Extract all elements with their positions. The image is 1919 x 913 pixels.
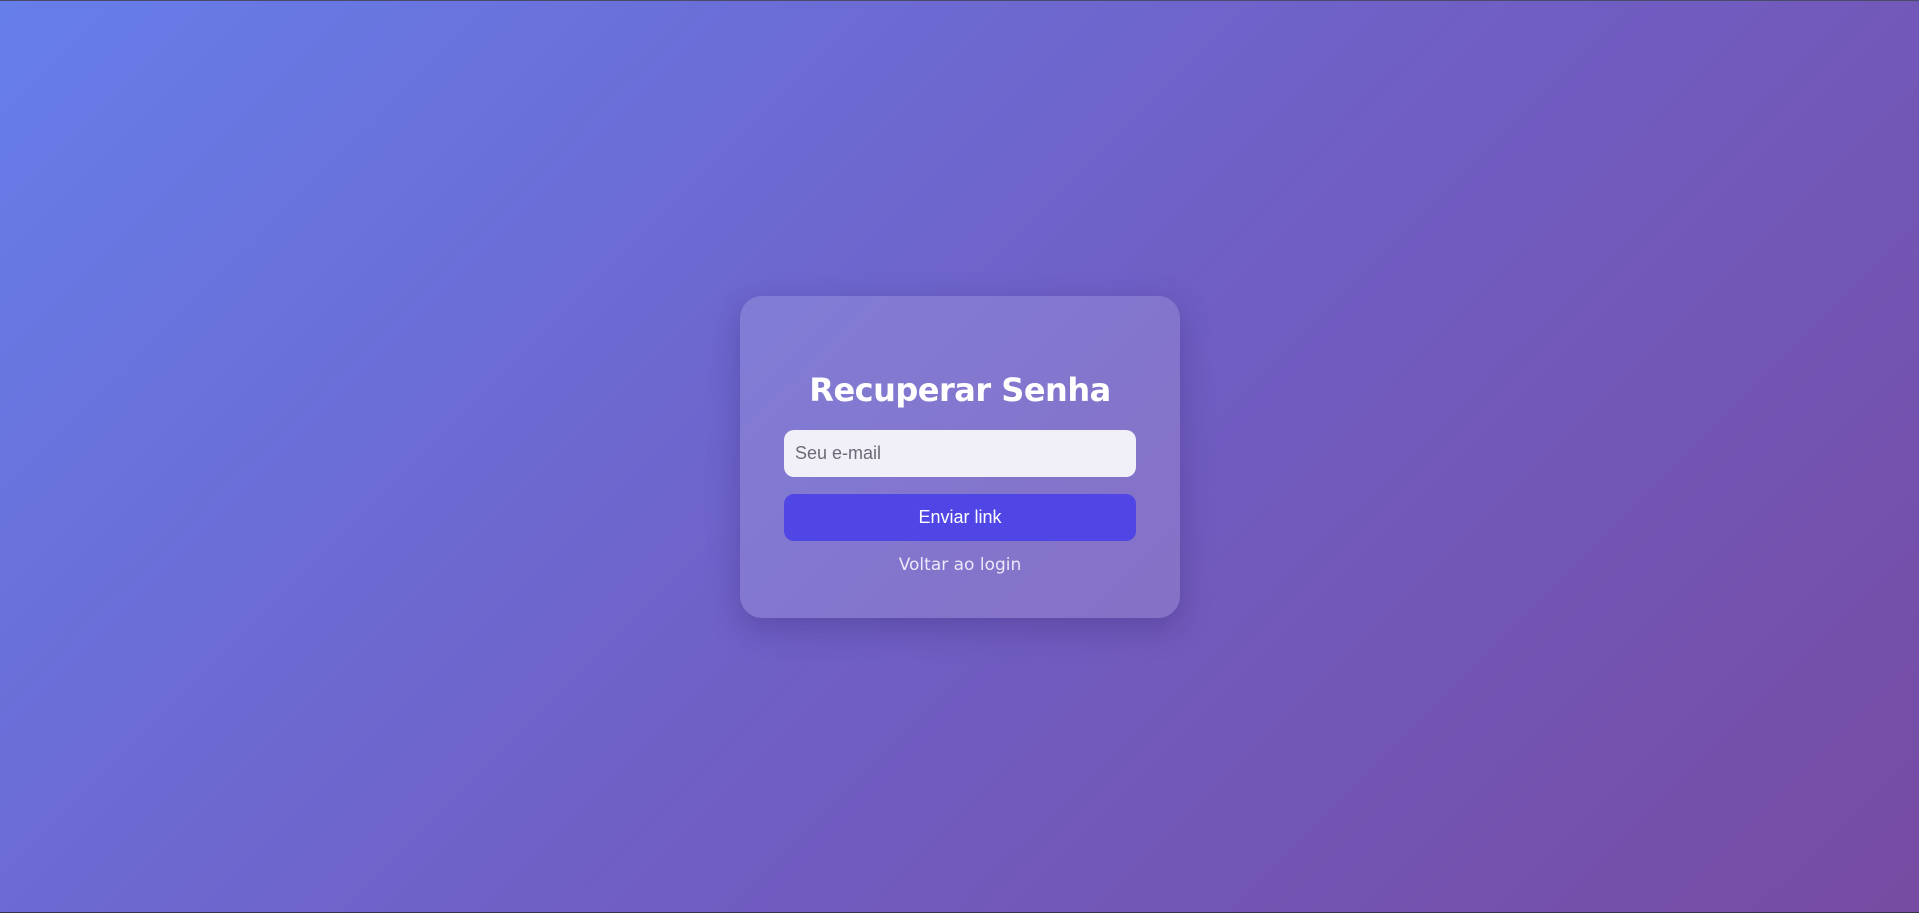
recover-password-card: Recuperar Senha Enviar link Voltar ao lo… bbox=[740, 296, 1180, 618]
page-title: Recuperar Senha bbox=[809, 371, 1111, 409]
back-to-login-link[interactable]: Voltar ao login bbox=[899, 554, 1022, 576]
email-input[interactable] bbox=[784, 430, 1136, 477]
send-link-button[interactable]: Enviar link bbox=[784, 494, 1136, 541]
